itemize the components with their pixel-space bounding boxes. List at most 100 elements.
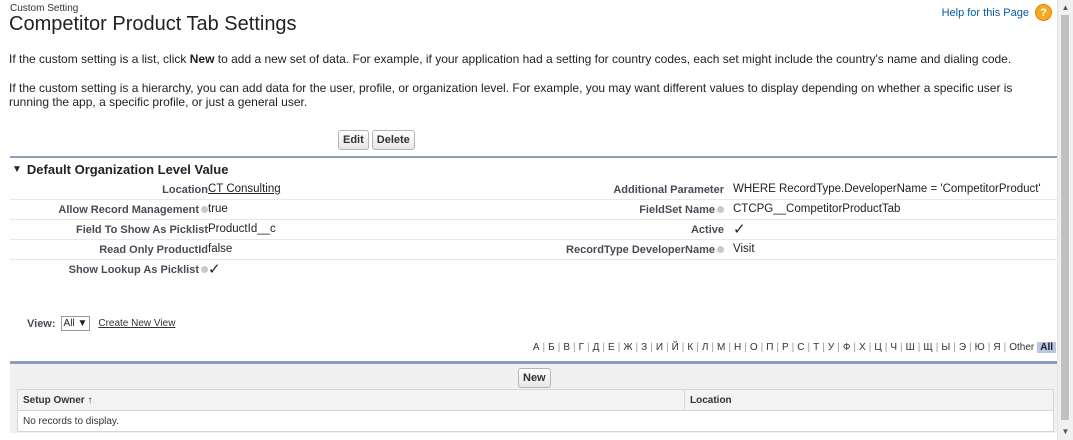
section-header[interactable]: ▼ Default Organization Level Value bbox=[10, 158, 1058, 180]
alphabet-all[interactable]: All bbox=[1037, 342, 1056, 353]
help-info-icon[interactable] bbox=[717, 245, 724, 253]
alphabet-letter-17[interactable]: С bbox=[797, 342, 804, 353]
detail-row: Read Only ProductId false RecordType Dev… bbox=[10, 240, 1058, 260]
alphabet-separator: | bbox=[868, 342, 872, 353]
alphabet-separator: | bbox=[666, 342, 669, 353]
alphabet-letter-10[interactable]: К bbox=[687, 342, 693, 353]
alphabet-separator: | bbox=[822, 342, 825, 353]
detail-row: Allow Record Management true FieldSet Na… bbox=[10, 200, 1058, 220]
alphabet-letter-5[interactable]: Е bbox=[608, 342, 615, 353]
help-area: Help for this Page ? bbox=[942, 4, 1052, 21]
alphabet-letter-9[interactable]: Й bbox=[672, 342, 679, 353]
location-column-header[interactable]: Location bbox=[685, 395, 732, 406]
alphabet-separator: | bbox=[853, 342, 857, 353]
intro-list-paragraph: If the custom setting is a list, click N… bbox=[9, 52, 1049, 66]
section-title: Default Organization Level Value bbox=[26, 161, 229, 177]
field-to-show-as-picklist-value: ProductId__c bbox=[208, 223, 276, 235]
help-icon[interactable]: ? bbox=[1035, 4, 1052, 21]
location-value: CT Consulting bbox=[208, 183, 281, 195]
label-text: RecordType DeveloperName bbox=[566, 244, 715, 256]
alphabet-separator: | bbox=[635, 342, 639, 353]
alphabet-letter-2[interactable]: В bbox=[563, 342, 570, 353]
alphabet-letter-0[interactable]: А bbox=[533, 342, 540, 353]
label-text: FieldSet Name bbox=[639, 204, 715, 216]
help-info-icon[interactable] bbox=[201, 265, 208, 273]
setup-owner-column-header[interactable]: Setup Owner ↑ bbox=[18, 390, 685, 410]
alphabet-filter: А | Б | В | Г | Д | Е | Ж | З | И | Й | К | Л | М | Н | О | П | Р | С | Т | У |… bbox=[533, 342, 1056, 353]
additional-parameter-label: Additional Parameter bbox=[613, 184, 724, 196]
alphabet-separator: | bbox=[728, 342, 731, 353]
alphabet-letter-8[interactable]: И bbox=[656, 342, 663, 353]
alphabet-letter-1[interactable]: Б bbox=[548, 342, 555, 353]
location-label: Location bbox=[162, 184, 208, 196]
alphabet-letter-21[interactable]: Х bbox=[859, 342, 866, 353]
help-for-this-page-link[interactable]: Help for this Page bbox=[942, 7, 1029, 19]
collapse-triangle-icon[interactable]: ▼ bbox=[12, 164, 22, 175]
alphabet-letter-15[interactable]: П bbox=[766, 342, 773, 353]
alphabet-letter-20[interactable]: Ф bbox=[843, 342, 851, 353]
alphabet-separator: | bbox=[617, 342, 621, 353]
delete-button[interactable]: Delete bbox=[371, 130, 415, 150]
alphabet-separator: | bbox=[602, 342, 606, 353]
alphabet-letter-6[interactable]: Ж bbox=[623, 342, 632, 353]
alphabet-letter-12[interactable]: М bbox=[717, 342, 725, 353]
new-record-button[interactable]: New bbox=[518, 368, 551, 388]
scroll-up-arrow-icon[interactable]: ▲ bbox=[1058, 2, 1073, 14]
additional-parameter-value: WHERE RecordType.DeveloperName = 'Compet… bbox=[733, 183, 1041, 195]
intro-text: If the custom setting is a list, click bbox=[9, 52, 190, 66]
alphabet-letter-28[interactable]: Ю bbox=[975, 342, 985, 353]
recordtype-developername-value: Visit bbox=[733, 243, 755, 255]
scroll-down-arrow-icon[interactable]: ▼ bbox=[1058, 426, 1073, 438]
fieldset-name-value: CTCPG__CompetitorProductTab bbox=[733, 203, 901, 215]
alphabet-separator: | bbox=[935, 342, 939, 353]
alphabet-separator: | bbox=[744, 342, 747, 353]
allow-record-management-value: true bbox=[208, 203, 228, 215]
alphabet-letter-25[interactable]: Щ bbox=[923, 342, 932, 353]
alphabet-separator: | bbox=[1003, 342, 1007, 353]
view-label: View: bbox=[27, 317, 56, 330]
scrollbar-thumb[interactable] bbox=[1061, 15, 1069, 420]
alphabet-letter-19[interactable]: У bbox=[828, 342, 834, 353]
alphabet-letter-16[interactable]: Р bbox=[782, 342, 789, 353]
page: Custom Setting Competitor Product Tab Se… bbox=[0, 0, 1058, 440]
alphabet-separator: | bbox=[917, 342, 921, 353]
alphabet-letter-11[interactable]: Л bbox=[702, 342, 709, 353]
allow-record-management-label: Allow Record Management bbox=[58, 204, 208, 216]
alphabet-letter-23[interactable]: Ч bbox=[890, 342, 897, 353]
alphabet-separator: | bbox=[776, 342, 779, 353]
alphabet-letter-27[interactable]: Э bbox=[959, 342, 966, 353]
create-new-view-link[interactable]: Create New View bbox=[98, 318, 175, 329]
alphabet-letter-24[interactable]: Ш bbox=[906, 342, 915, 353]
vertical-scrollbar[interactable]: ▲ ▼ bbox=[1057, 0, 1073, 440]
show-lookup-checkmark-icon: ✓ bbox=[208, 261, 221, 278]
alphabet-letter-18[interactable]: Т bbox=[813, 342, 819, 353]
help-info-icon[interactable] bbox=[201, 205, 208, 213]
alphabet-separator: | bbox=[884, 342, 888, 353]
table-header-row: Setup Owner ↑ Location bbox=[18, 390, 1053, 411]
edit-button[interactable]: Edit bbox=[338, 130, 369, 150]
alphabet-letter-29[interactable]: Я bbox=[993, 342, 1000, 353]
location-link[interactable]: CT Consulting bbox=[208, 183, 281, 195]
recordtype-developername-label: RecordType DeveloperName bbox=[566, 244, 724, 256]
records-table: Setup Owner ↑ Location No records to dis… bbox=[17, 389, 1054, 432]
alphabet-letter-7[interactable]: З bbox=[641, 342, 647, 353]
fieldset-name-label: FieldSet Name bbox=[639, 204, 724, 216]
alphabet-letter-26[interactable]: Ы bbox=[941, 342, 950, 353]
view-select[interactable]: All ▼ bbox=[60, 316, 91, 331]
active-label: Active bbox=[690, 224, 724, 236]
empty-table-message: No records to display. bbox=[23, 415, 119, 427]
alphabet-letter-13[interactable]: Н bbox=[734, 342, 741, 353]
alphabet-separator: | bbox=[696, 342, 699, 353]
records-list-panel: New Setup Owner ↑ Location No records to… bbox=[10, 361, 1057, 433]
help-info-icon[interactable] bbox=[717, 205, 724, 213]
intro-text: to add a new set of data. For example, i… bbox=[214, 52, 1012, 66]
alphabet-letter-4[interactable]: Д bbox=[593, 342, 600, 353]
detail-button-row: Edit Delete bbox=[338, 130, 415, 150]
default-org-level-section: ▼ Default Organization Level Value Locat… bbox=[10, 156, 1058, 279]
alphabet-letter-14[interactable]: О bbox=[750, 342, 758, 353]
alphabet-separator: | bbox=[969, 342, 972, 353]
alphabet-separator: | bbox=[542, 342, 546, 353]
alphabet-letter-other[interactable]: Other bbox=[1009, 342, 1034, 353]
alphabet-letter-22[interactable]: Ц bbox=[874, 342, 881, 353]
alphabet-letter-3[interactable]: Г bbox=[579, 342, 584, 353]
